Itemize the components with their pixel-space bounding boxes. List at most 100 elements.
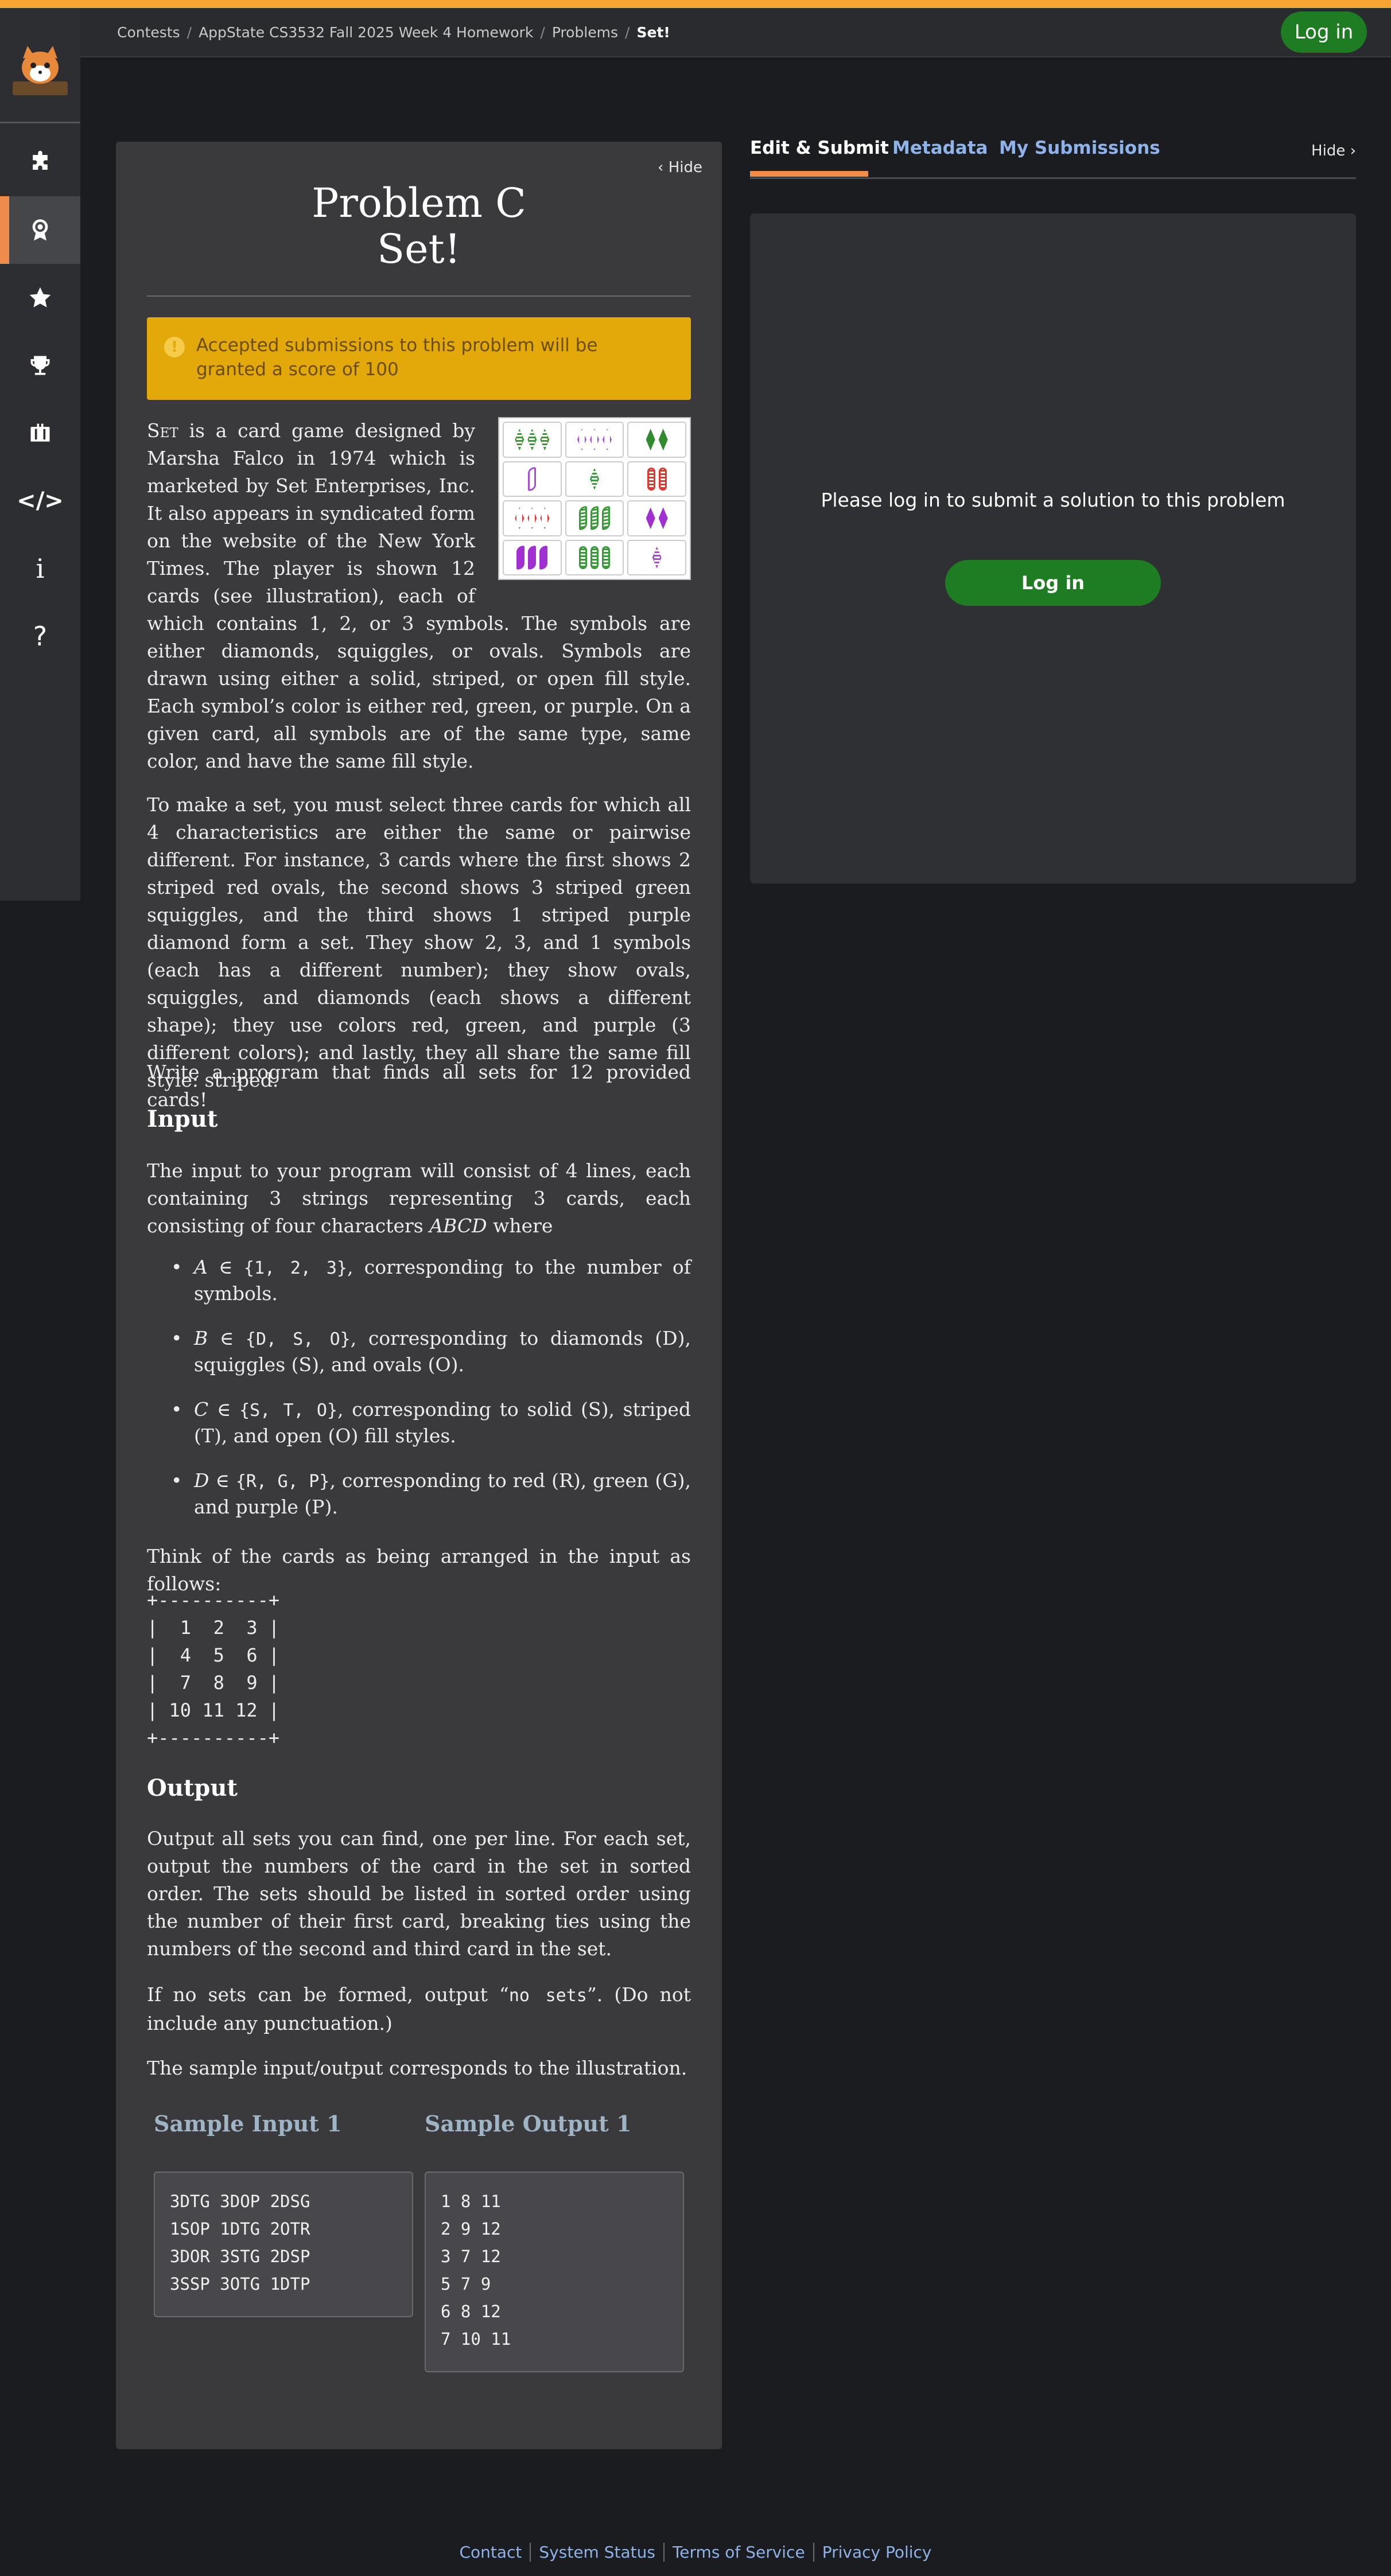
set-symbol	[647, 467, 655, 491]
set-symbol	[589, 468, 599, 490]
input-intro-math: ABCD	[429, 1215, 487, 1237]
list-item: D ∈ {R, G, P}, corresponding to red (R),…	[147, 1468, 691, 1520]
math-var: C	[194, 1398, 209, 1421]
hide-submit-panel-button[interactable]: Hide ›	[1311, 142, 1356, 159]
input-intro-tail: where	[487, 1215, 553, 1237]
sidebar-item-favorites[interactable]	[0, 264, 80, 332]
sidebar-item-jobs[interactable]	[0, 399, 80, 467]
input-intro-text: The input to your program will consist o…	[147, 1159, 691, 1237]
hide-label: Hide	[1311, 142, 1346, 159]
star-icon	[29, 287, 51, 308]
login-prompt: Please log in to submit a solution to th…	[821, 489, 1285, 511]
set-symbol	[602, 429, 612, 451]
set-symbol	[515, 429, 524, 451]
sample-note: The sample input/output corresponds to t…	[147, 2057, 687, 2079]
math-set: {1, 2, 3}	[243, 1258, 347, 1278]
hide-problem-button[interactable]: ‹ Hide	[658, 159, 702, 176]
sidebar-item-help[interactable]: ?	[0, 602, 80, 670]
breadcrumb-separator: /	[625, 24, 630, 41]
help-icon: ?	[33, 621, 48, 652]
set-card	[565, 539, 624, 575]
set-card	[627, 539, 686, 575]
award-icon	[32, 219, 48, 241]
math-var: B	[194, 1327, 208, 1349]
sample-output-box[interactable]: 1 8 11 2 9 12 3 7 12 5 7 9 6 8 12 7 10 1…	[425, 2172, 684, 2372]
sidebar-item-info[interactable]: i	[0, 535, 80, 602]
list-item: B ∈ {D, S, O}, corresponding to diamonds…	[147, 1326, 691, 1378]
set-symbol	[601, 546, 610, 569]
sidebar-item-languages[interactable]: </>	[0, 467, 80, 535]
set-symbol	[658, 429, 668, 451]
set-rule-paragraph: To make a set, you must select three car…	[147, 793, 691, 1091]
card-arrangement-diagram: +----------+ | 1 2 3 | | 4 5 6 | | 7 8 9…	[147, 1589, 280, 1749]
set-card	[565, 461, 624, 497]
footer-link-contact[interactable]: Contact	[451, 2543, 530, 2562]
set-symbol	[540, 429, 550, 451]
set-symbol	[646, 507, 655, 530]
set-symbol	[528, 545, 537, 570]
code-icon: </>	[17, 488, 64, 514]
footer-link-terms[interactable]: Terms of Service	[663, 2543, 813, 2562]
list-item: A ∈ {1, 2, 3}, corresponding to the numb…	[147, 1255, 691, 1306]
footer-link-system-status[interactable]: System Status	[530, 2543, 663, 2562]
tab-my-submissions[interactable]: My Submissions	[999, 138, 1160, 158]
trophy-icon	[30, 356, 50, 375]
set-symbol	[516, 545, 525, 570]
tab-metadata[interactable]: Metadata	[892, 138, 988, 158]
sample-output-heading: Sample Output 1	[425, 2111, 632, 2137]
breadcrumb-problems[interactable]: Problems	[552, 24, 618, 41]
no-sets-code: no sets	[508, 1986, 587, 2006]
top-navigation-bar: Contests / AppState CS3532 Fall 2025 Wee…	[0, 8, 1391, 57]
math-var: A	[194, 1256, 208, 1278]
no-sets-text: If no sets can be formed, output “	[147, 1983, 509, 2006]
set-card	[565, 422, 624, 458]
breadcrumb-contests[interactable]: Contests	[117, 24, 180, 41]
intro-paragraph: Set is a card game designed by Marsha Fa…	[147, 417, 691, 775]
sample-input-box[interactable]: 3DTG 3DOP 2DSG 1SOP 1DTG 2OTR 3DOR 3STG …	[154, 2172, 413, 2317]
panel-login-button[interactable]: Log in	[945, 560, 1161, 606]
sidebar-item-problems[interactable]	[0, 129, 80, 196]
math-set: {R, G, P}	[235, 1472, 330, 1492]
set-symbol	[527, 429, 537, 451]
kattis-logo[interactable]	[10, 41, 70, 101]
set-symbol	[515, 507, 524, 530]
output-heading: Output	[147, 1775, 238, 1801]
info-icon: i	[36, 553, 45, 584]
breadcrumb-current: Set!	[636, 24, 670, 41]
set-card	[627, 422, 686, 458]
set-word: Set	[147, 419, 178, 442]
sidebar-item-contests[interactable]	[0, 196, 80, 264]
input-intro: The input to your program will consist o…	[147, 1157, 691, 1240]
set-symbol	[646, 429, 655, 451]
set-cards-illustration	[498, 417, 691, 580]
breadcrumb-contest-name[interactable]: AppState CS3532 Fall 2025 Week 4 Homewor…	[199, 24, 533, 41]
set-symbol	[578, 546, 587, 569]
score-alert: ! Accepted submissions to this problem w…	[147, 317, 691, 400]
list-item: C ∈ {S, T, O}, corresponding to solid (S…	[147, 1397, 691, 1449]
footer-link-privacy[interactable]: Privacy Policy	[813, 2543, 940, 2562]
sidebar-item-rankings[interactable]	[0, 332, 80, 399]
set-card	[503, 539, 562, 575]
login-button[interactable]: Log in	[1281, 11, 1367, 53]
top-accent-bar	[0, 0, 1391, 8]
set-card	[627, 500, 686, 536]
breadcrumb-separator: /	[186, 24, 192, 41]
set-symbol	[577, 429, 586, 451]
set-symbol	[527, 507, 537, 530]
set-symbol	[601, 506, 610, 531]
problem-letter: Problem C	[312, 180, 526, 227]
set-card	[565, 500, 624, 536]
submit-panel: Please log in to submit a solution to th…	[750, 213, 1356, 884]
set-symbol	[589, 429, 599, 451]
sample-input-heading: Sample Input 1	[154, 2111, 342, 2137]
sidebar-divider	[0, 122, 80, 123]
active-tab-underline	[750, 171, 868, 177]
set-card	[503, 500, 562, 536]
puzzle-icon	[33, 150, 48, 170]
task-paragraph: Write a program that finds all sets for …	[147, 1061, 691, 1111]
output-paragraph: Output all sets you can find, one per li…	[147, 1827, 691, 1960]
submission-tabs: Edit & Submit Metadata My Submissions Hi…	[750, 138, 1356, 179]
breadcrumb: Contests / AppState CS3532 Fall 2025 Wee…	[117, 24, 670, 41]
tab-edit-submit[interactable]: Edit & Submit	[750, 138, 889, 158]
math-set: {S, T, O}	[239, 1400, 338, 1421]
